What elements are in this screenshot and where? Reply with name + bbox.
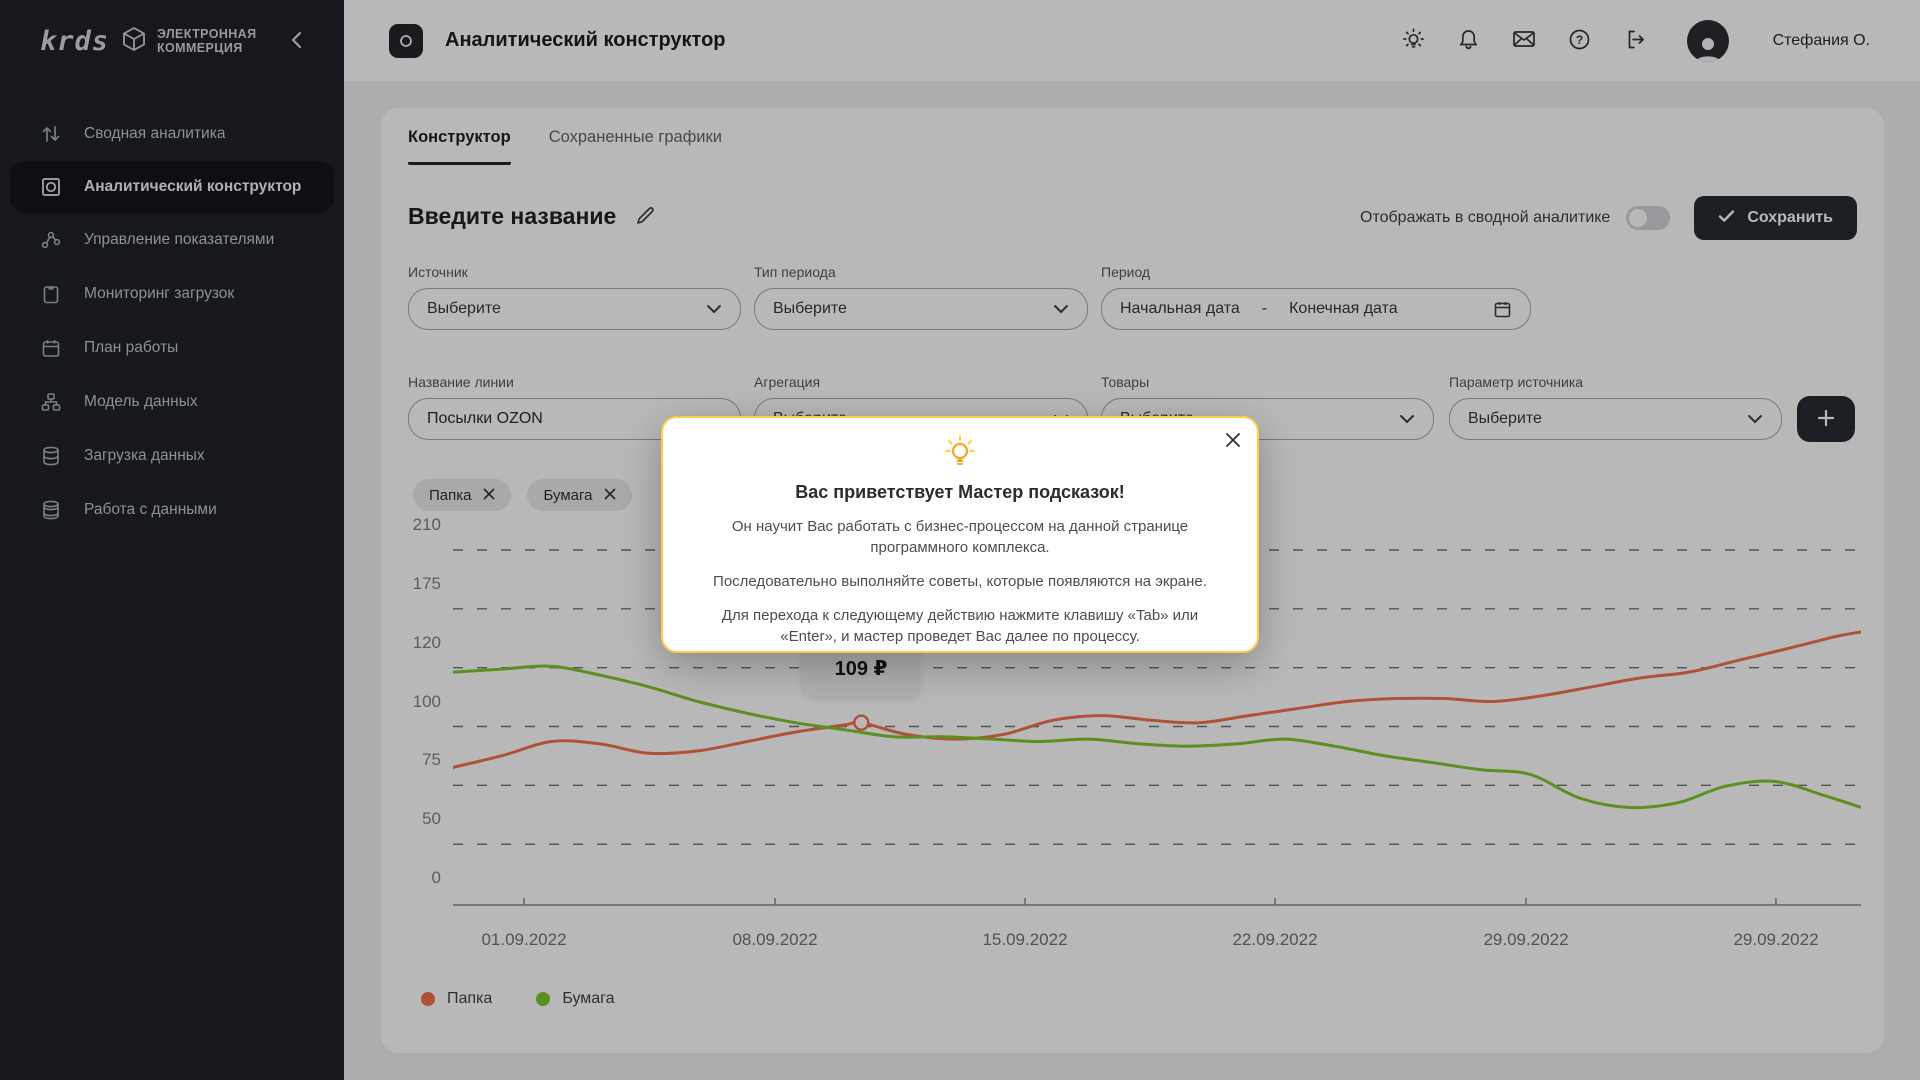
modal-paragraph: Для перехода к следующему действию нажми… xyxy=(693,605,1227,647)
wizard-modal: Вас приветствует Мастер подсказок! Он на… xyxy=(661,416,1259,653)
close-icon xyxy=(1225,432,1241,451)
modal-paragraph: Он научит Вас работать с бизнес-процессо… xyxy=(693,516,1227,558)
lightbulb-icon xyxy=(693,434,1227,470)
modal-close-button[interactable] xyxy=(1225,432,1241,451)
modal-title: Вас приветствует Мастер подсказок! xyxy=(693,482,1227,503)
modal-paragraph: Последовательно выполняйте советы, котор… xyxy=(693,571,1227,592)
